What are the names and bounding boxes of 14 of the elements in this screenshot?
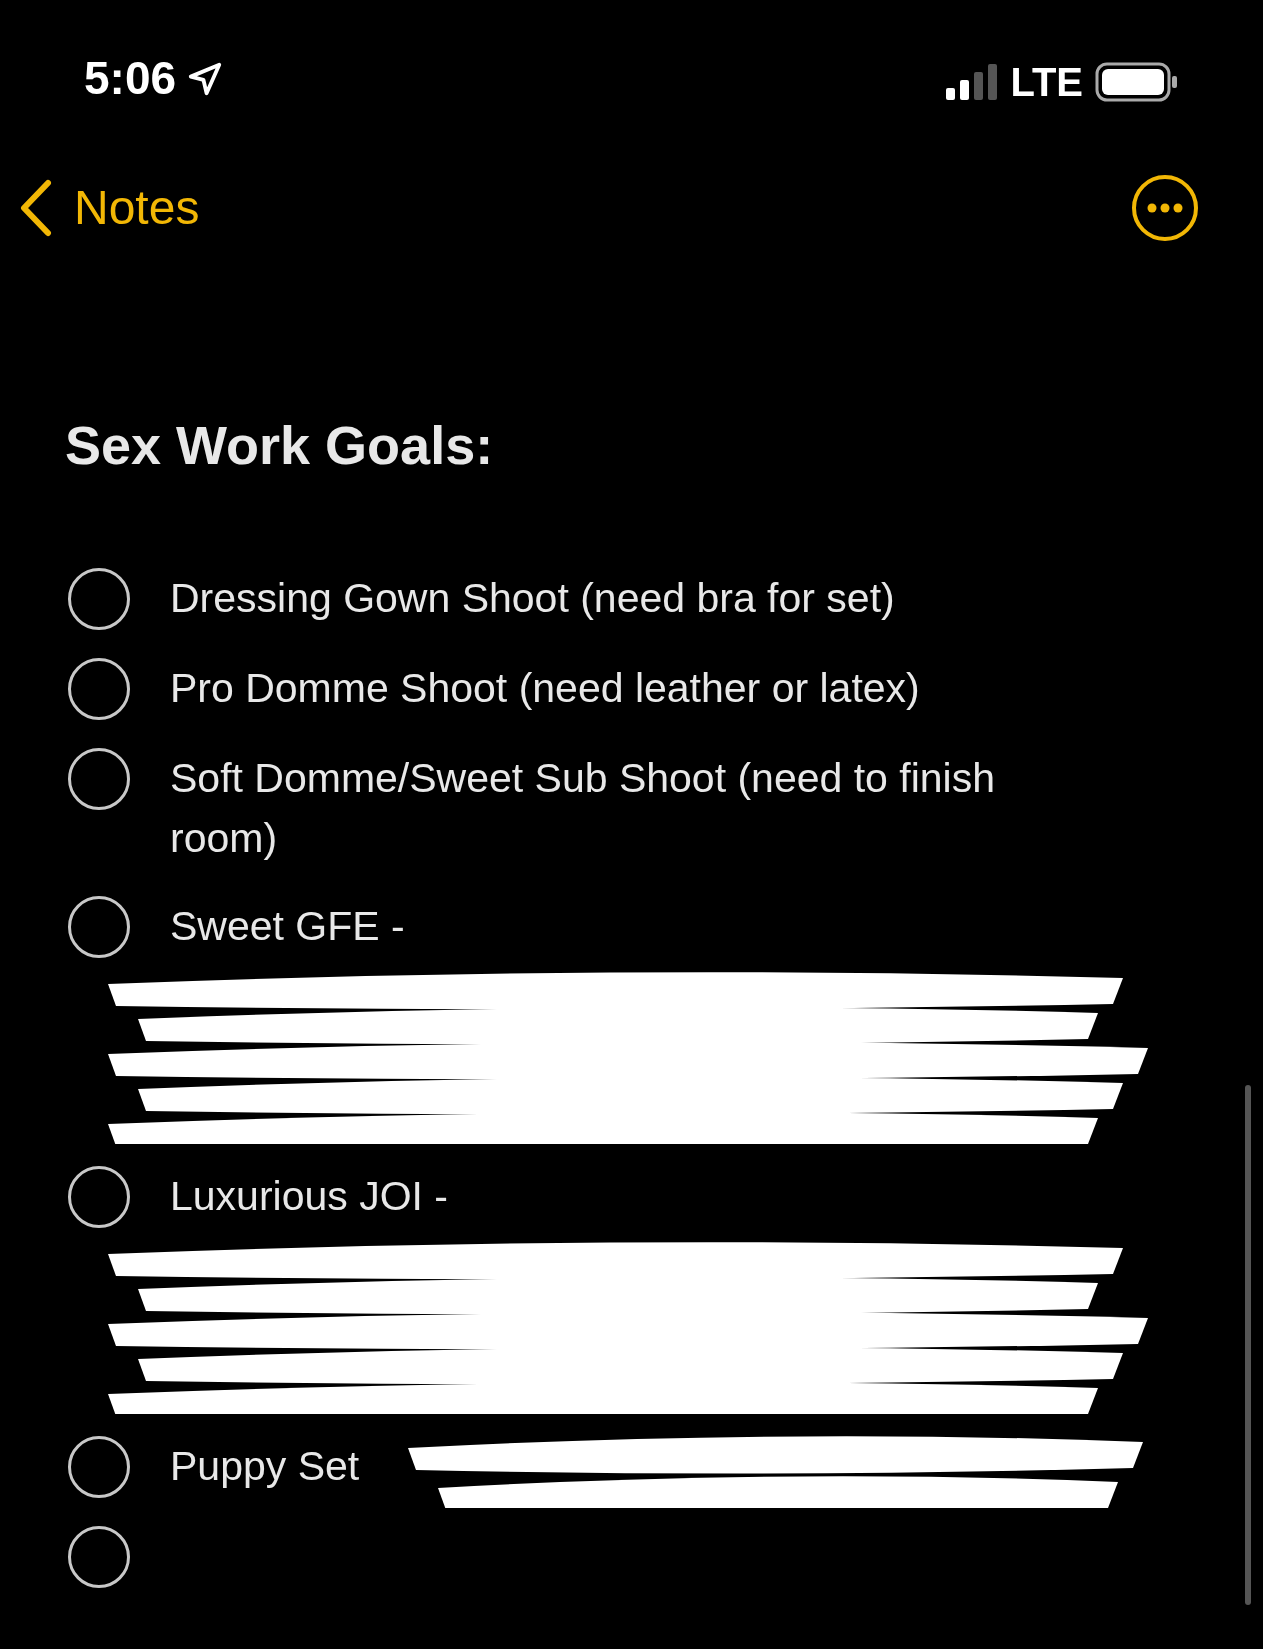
status-time: 5:06 bbox=[84, 51, 177, 106]
chevron-left-icon bbox=[18, 179, 54, 237]
more-icon[interactable] bbox=[1131, 174, 1199, 242]
battery-icon bbox=[1095, 62, 1179, 102]
item-text: Luxurious JOI - bbox=[170, 1172, 448, 1219]
item-text: Sweet GFE - bbox=[170, 902, 405, 949]
network-label: LTE bbox=[1010, 59, 1083, 106]
item-text: Pro Domme Shoot (need leather or latex) bbox=[170, 664, 920, 711]
item-text: Soft Domme/Sweet Sub Shoot (need to finish room) bbox=[170, 754, 995, 861]
back-button[interactable]: Notes bbox=[18, 172, 200, 244]
item-text: Puppy Set bbox=[170, 1442, 360, 1489]
item-text: Dressing Gown Shoot (need bra for set) bbox=[170, 574, 895, 621]
note-title: Sex Work Goals: bbox=[65, 414, 494, 477]
signal-icon bbox=[946, 64, 999, 100]
